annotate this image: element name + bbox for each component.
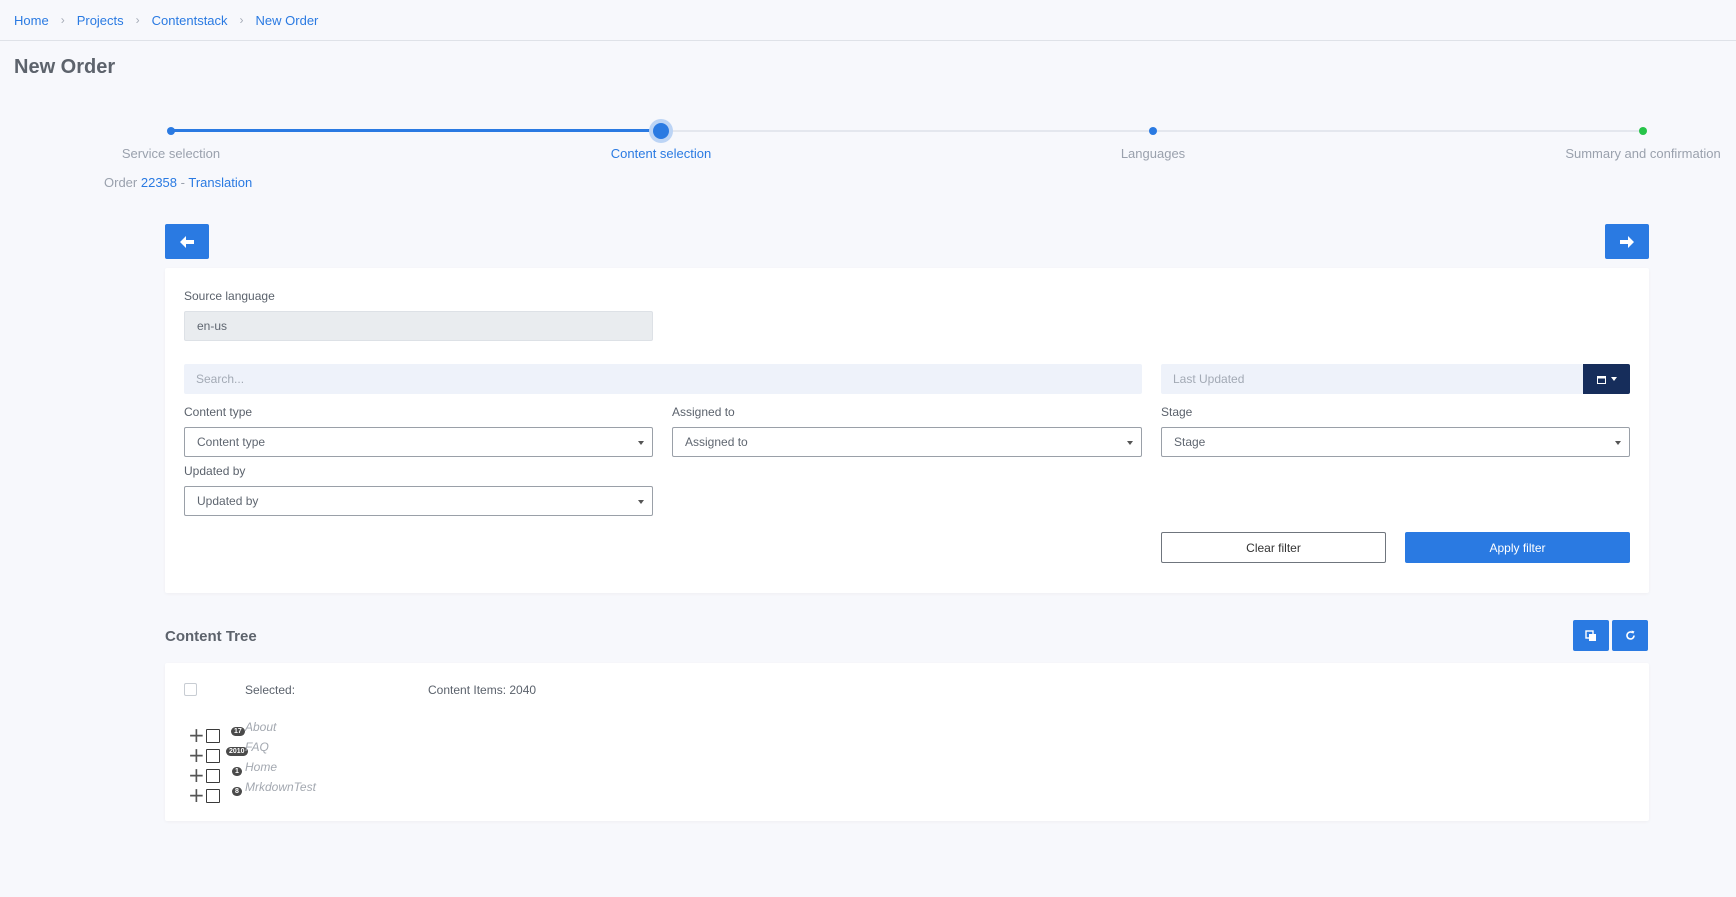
calendar-icon [1596,375,1606,384]
next-button[interactable] [1605,224,1649,259]
breadcrumb-projects[interactable]: Projects [77,13,124,28]
source-language-field: en-us [184,311,653,341]
content-type-value: Content type [197,435,266,449]
tree-item-name[interactable]: About [245,720,276,734]
tree-item-name[interactable]: FAQ [245,740,269,754]
order-prefix: Order [104,175,138,190]
chevron-right-icon: › [135,13,140,27]
content-tree-title: Content Tree [165,628,257,645]
step-label-content-selection[interactable]: Content selection [611,146,711,161]
step-label-summary[interactable]: Summary and confirmation [1565,146,1720,161]
chevron-right-icon: › [239,13,244,27]
order-info: Order 22358 - Translation [104,175,252,190]
assigned-to-label: Assigned to [672,405,735,419]
content-tree-panel [165,663,1649,821]
copy-icon [1585,629,1596,641]
tree-item-checkbox[interactable] [206,769,220,783]
step-dot-languages[interactable] [1149,127,1157,135]
item-count-badge: 17 [231,727,245,736]
stepper-progress [171,129,661,132]
breadcrumb-contentstack[interactable]: Contentstack [152,13,228,28]
breadcrumb: Home › Projects › Contentstack › New Ord… [0,0,1736,41]
expand-icon[interactable]: + [188,725,205,745]
tree-item-checkbox[interactable] [206,749,220,763]
select-all-checkbox[interactable] [184,683,197,696]
updated-by-label: Updated by [184,464,246,478]
updated-by-select[interactable]: Updated by [184,486,653,516]
order-type[interactable]: Translation [188,175,252,190]
source-language-label: Source language [184,289,275,303]
selected-label: Selected: [245,683,296,697]
content-type-select[interactable]: Content type [184,427,653,457]
order-stepper: Service selection Content selection Lang… [0,120,1736,180]
caret-down-icon [1610,377,1617,381]
expand-icon[interactable]: + [188,785,205,805]
refresh-button[interactable] [1612,620,1648,651]
apply-filter-button[interactable]: Apply filter [1405,532,1630,563]
tree-item-name[interactable]: Home [245,760,277,774]
content-type-label: Content type [184,405,253,419]
step-dot-content-selection[interactable] [653,123,669,139]
order-number[interactable]: 22358 [141,175,177,190]
item-count-badge: 8 [232,787,242,796]
assigned-to-value: Assigned to [685,435,748,449]
updated-by-value: Updated by [197,494,259,508]
calendar-button[interactable] [1583,364,1630,394]
step-label-service-selection[interactable]: Service selection [122,146,220,161]
expand-icon[interactable]: + [188,765,205,785]
item-count-badge: 1 [232,767,242,776]
step-dot-summary[interactable] [1639,127,1647,135]
clear-filter-button[interactable]: Clear filter [1161,532,1386,563]
tree-item-checkbox[interactable] [206,729,220,743]
stage-label: Stage [1161,405,1193,419]
breadcrumb-home[interactable]: Home [14,13,49,28]
breadcrumb-new-order[interactable]: New Order [256,13,319,28]
caret-down-icon [1615,441,1621,445]
caret-down-icon [638,441,644,445]
refresh-icon [1625,630,1635,640]
page-title: New Order [14,56,116,78]
assigned-to-select[interactable]: Assigned to [672,427,1142,457]
back-button[interactable] [165,224,209,259]
stage-value: Stage [1174,435,1206,449]
search-input[interactable]: Search... [184,364,1142,394]
caret-down-icon [1127,441,1133,445]
expand-icon[interactable]: + [188,745,205,765]
tree-item-name[interactable]: MrkdownTest [245,780,316,794]
last-updated-input[interactable]: Last Updated [1161,364,1583,394]
step-dot-service-selection[interactable] [167,127,175,135]
content-items-count: Content Items: 2040 [428,683,537,697]
step-label-languages[interactable]: Languages [1121,146,1185,161]
tree-item-checkbox[interactable] [206,789,220,803]
caret-down-icon [638,500,644,504]
order-dash: - [180,175,185,190]
chevron-right-icon: › [60,13,65,27]
arrow-right-icon [1620,235,1634,248]
stage-select[interactable]: Stage [1161,427,1630,457]
arrow-left-icon [180,235,194,248]
copy-button[interactable] [1573,620,1609,651]
